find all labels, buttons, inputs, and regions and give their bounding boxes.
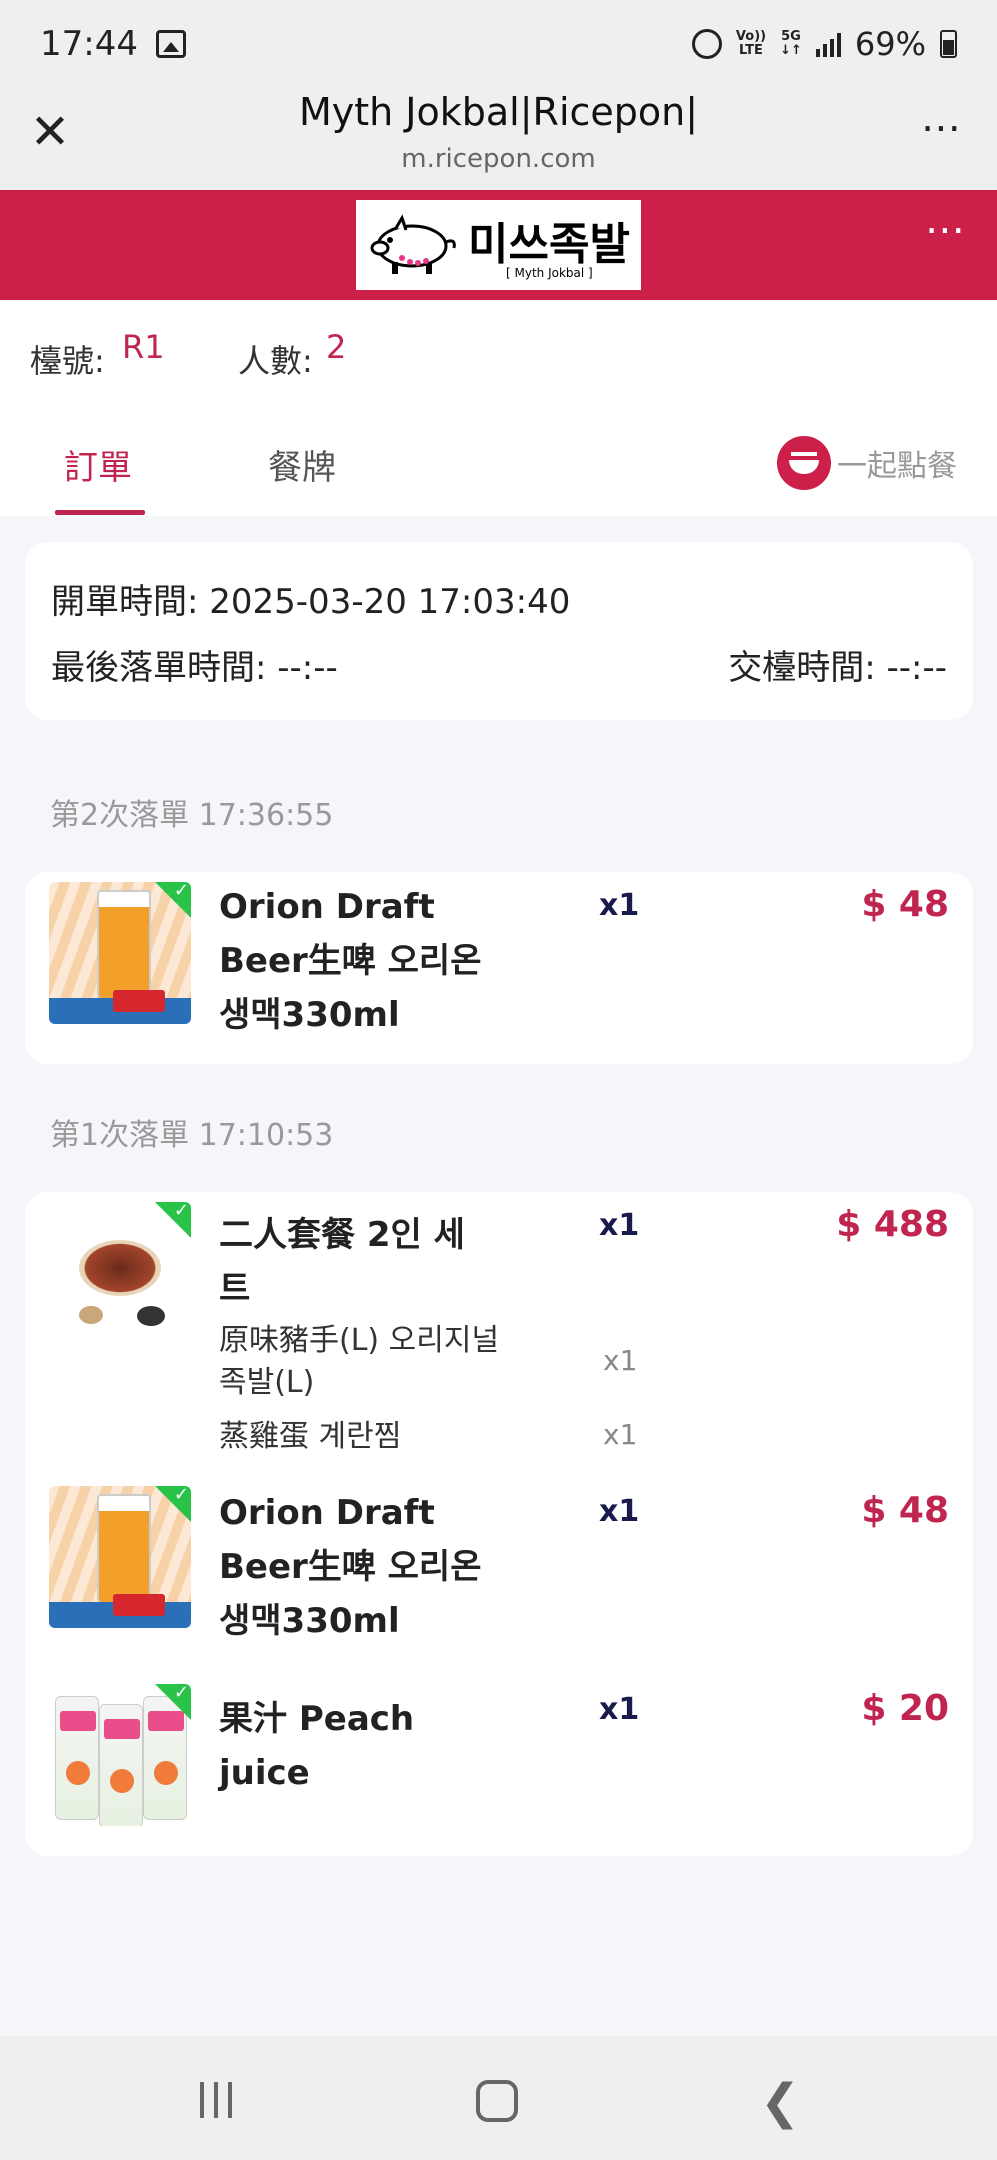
signal-icon [815, 31, 841, 57]
browser-more-icon[interactable]: ⋯ [921, 108, 963, 148]
group-order-label: 一起點餐 [837, 449, 957, 484]
order-batch-card: Orion Draft Beer生啤 오리온 생맥330ml x1 $ 48 [25, 872, 973, 1064]
item-quantity: x1 [599, 1208, 640, 1243]
batch-label: 第1次落單 17:10:53 [50, 1118, 334, 1153]
item-quantity: x1 [599, 888, 640, 923]
order-time-card: 開單時間: 2025-03-20 17:03:40 最後落單時間: --:-- … [25, 542, 973, 720]
status-icons: Vo)) LTE 5G ↓↑ 69% [691, 25, 957, 63]
logo-english-text: [ Myth Jokbal ] [506, 266, 593, 280]
item-name: Orion Draft Beer生啤 오리온 생맥330ml [219, 1493, 482, 1641]
party-size-label: 人數: [238, 342, 313, 380]
restaurant-logo: 미쓰족발 [ Myth Jokbal ] [356, 200, 641, 290]
item-price: $ 48 [861, 884, 949, 925]
open-time: 開單時間: 2025-03-20 17:03:40 [51, 582, 571, 622]
alarm-icon [691, 29, 722, 59]
bowl-icon [777, 436, 831, 490]
item-image-beer [49, 1486, 191, 1628]
sub-item-name: 蒸雞蛋 계란찜 [219, 1419, 402, 1454]
banner-more-icon[interactable]: ⋯ [925, 210, 967, 250]
group-order-button[interactable]: 一起點餐 [777, 436, 957, 490]
item-name: 二人套餐 2인 세 트 [219, 1215, 465, 1309]
home-icon[interactable] [476, 2080, 518, 2122]
active-tab-indicator [55, 510, 145, 515]
gallery-icon [155, 30, 186, 58]
logo-korean-text: 미쓰족발 [468, 219, 630, 270]
table-number-label: 檯號: [30, 342, 105, 380]
item-price: $ 488 [836, 1204, 949, 1245]
network-5g-icon: 5G ↓↑ [780, 29, 802, 58]
table-number-value: R1 [122, 328, 165, 366]
item-quantity: x1 [599, 1692, 640, 1727]
order-batch-card: 二人套餐 2인 세 트 x1 $ 488 原味豬手(L) 오리지널 족발(L) … [25, 1192, 973, 1856]
page-url: m.ricepon.com [401, 144, 596, 174]
item-price: $ 20 [861, 1688, 949, 1729]
battery-icon [940, 30, 957, 58]
last-order-time: 最後落單時間: --:-- [51, 648, 338, 688]
status-bar: 17:44 Vo)) LTE 5G ↓↑ 69% [0, 0, 997, 88]
item-price: $ 48 [861, 1490, 949, 1531]
recents-icon[interactable] [200, 2082, 232, 2118]
status-time: 17:44 [40, 24, 138, 64]
item-image-set-meal [49, 1202, 191, 1344]
settle-time: 交檯時間: --:-- [728, 648, 947, 688]
sub-item-name: 原味豬手(L) 오리지널 족발(L) [219, 1323, 500, 1400]
browser-header: ✕ Myth Jokbal|Ricepon| m.ricepon.com ⋯ [0, 88, 997, 190]
volte-icon: Vo)) LTE [735, 29, 767, 58]
tab-order[interactable]: 訂單 [64, 440, 132, 489]
tab-menu[interactable]: 餐牌 [268, 440, 336, 489]
item-image-juice [49, 1684, 191, 1826]
sub-item-quantity: x1 [603, 1418, 638, 1451]
battery-percent: 69% [854, 25, 926, 63]
party-size-value: 2 [326, 328, 347, 366]
batch-label: 第2次落單 17:36:55 [50, 798, 334, 833]
item-image-beer [49, 882, 191, 1024]
brand-banner: 미쓰족발 [ Myth Jokbal ] ⋯ [0, 190, 997, 300]
back-icon[interactable]: ❮ [760, 2078, 800, 2126]
sub-item-quantity: x1 [603, 1344, 638, 1377]
check-icon [155, 1202, 191, 1238]
page-title: Myth Jokbal|Ricepon| [298, 90, 699, 134]
system-navigation-bar: ❮ [0, 2036, 997, 2160]
pig-logo-icon [370, 214, 456, 274]
item-quantity: x1 [599, 1494, 640, 1529]
order-info-header: 檯號: R1 人數: 2 訂單 餐牌 一起點餐 [0, 300, 997, 516]
item-name: Orion Draft Beer生啤 오리온 생맥330ml [219, 887, 482, 1035]
item-name: 果汁 Peach juice [219, 1699, 415, 1793]
